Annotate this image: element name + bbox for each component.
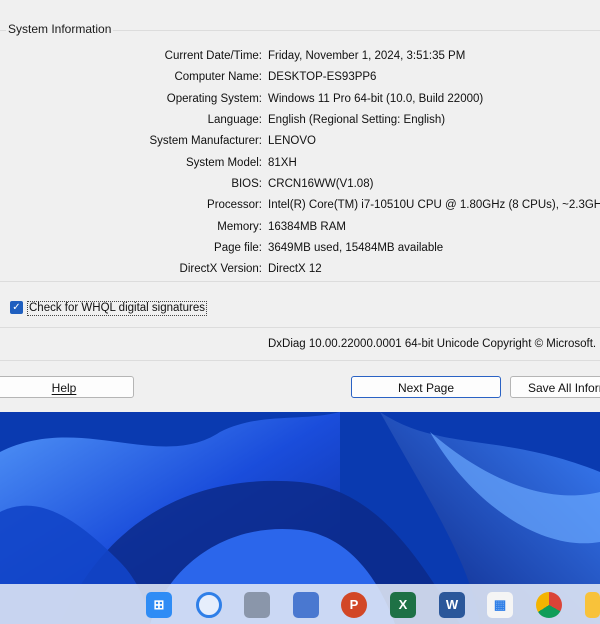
info-row-language: Language: English (Regional Setting: Eng… xyxy=(0,114,600,134)
info-value: Windows 11 Pro 64-bit (10.0, Build 22000… xyxy=(268,93,484,105)
info-row-memory: Memory: 16384MB RAM xyxy=(0,221,600,241)
chrome-icon[interactable] xyxy=(536,592,562,618)
help-button-label: Help xyxy=(51,381,77,395)
next-page-button-label: Next Page xyxy=(397,381,455,395)
search-icon[interactable] xyxy=(196,592,222,618)
dxdiag-window: System Information Current Date/Time: Fr… xyxy=(0,0,600,412)
info-label: System Model: xyxy=(185,157,262,169)
info-row-processor: Processor: Intel(R) Core(TM) i7-10510U C… xyxy=(0,199,600,219)
info-row-manufacturer: System Manufacturer: LENOVO xyxy=(0,135,600,155)
save-all-button-label: Save All Information... xyxy=(528,381,600,395)
info-label: Memory: xyxy=(217,221,262,233)
word-icon[interactable]: W xyxy=(439,592,465,618)
microsoft-store-icon[interactable]: ▦ xyxy=(487,592,513,618)
checkmark-icon[interactable]: ✓ xyxy=(10,301,23,314)
save-all-information-button[interactable]: Save All Information... xyxy=(510,376,600,398)
info-row-datetime: Current Date/Time: Friday, November 1, 2… xyxy=(0,50,600,70)
info-label: DirectX Version: xyxy=(179,263,262,275)
info-label: Language: xyxy=(207,114,262,126)
section-title: System Information xyxy=(6,22,114,36)
info-row-os: Operating System: Windows 11 Pro 64-bit … xyxy=(0,93,600,113)
info-label: Processor: xyxy=(207,199,262,211)
info-label: Current Date/Time: xyxy=(164,50,262,62)
task-view-icon[interactable] xyxy=(244,592,270,618)
powerpoint-icon[interactable]: P xyxy=(341,592,367,618)
info-row-bios: BIOS: CRCN16WW(V1.08) xyxy=(0,178,600,198)
info-label: Page file: xyxy=(214,242,262,254)
info-label: Operating System: xyxy=(166,93,262,105)
info-value: 16384MB RAM xyxy=(268,221,346,233)
widgets-icon[interactable] xyxy=(293,592,319,618)
info-row-model: System Model: 81XH xyxy=(0,157,600,177)
info-label: System Manufacturer: xyxy=(149,135,262,147)
windows-start-icon[interactable]: ⊞ xyxy=(146,592,172,618)
divider xyxy=(0,360,600,361)
info-value: Intel(R) Core(TM) i7-10510U CPU @ 1.80GH… xyxy=(268,199,600,211)
info-value: English (Regional Setting: English) xyxy=(268,114,446,126)
info-value: DESKTOP-ES93PP6 xyxy=(268,71,377,83)
excel-icon[interactable]: X xyxy=(390,592,416,618)
help-button[interactable]: Help xyxy=(0,376,134,398)
info-label: Computer Name: xyxy=(174,71,262,83)
info-value: Friday, November 1, 2024, 3:51:35 PM xyxy=(268,50,466,62)
info-value: CRCN16WW(V1.08) xyxy=(268,178,374,190)
info-label: BIOS: xyxy=(231,178,262,190)
next-page-button[interactable]: Next Page xyxy=(351,376,501,398)
whql-checkbox-label[interactable]: Check for WHQL digital signatures xyxy=(27,301,207,316)
info-row-page-file: Page file: 3649MB used, 15484MB availabl… xyxy=(0,242,600,262)
info-value: 81XH xyxy=(268,157,297,169)
info-value: LENOVO xyxy=(268,135,316,147)
info-value: 3649MB used, 15484MB available xyxy=(268,242,444,254)
info-row-directx: DirectX Version: DirectX 12 xyxy=(0,263,600,283)
info-row-computer-name: Computer Name: DESKTOP-ES93PP6 xyxy=(0,71,600,91)
info-value: DirectX 12 xyxy=(268,263,322,275)
dxdiag-version-copyright: DxDiag 10.00.22000.0001 64-bit Unicode C… xyxy=(268,338,597,350)
file-explorer-icon[interactable] xyxy=(585,592,600,618)
divider xyxy=(0,327,600,328)
